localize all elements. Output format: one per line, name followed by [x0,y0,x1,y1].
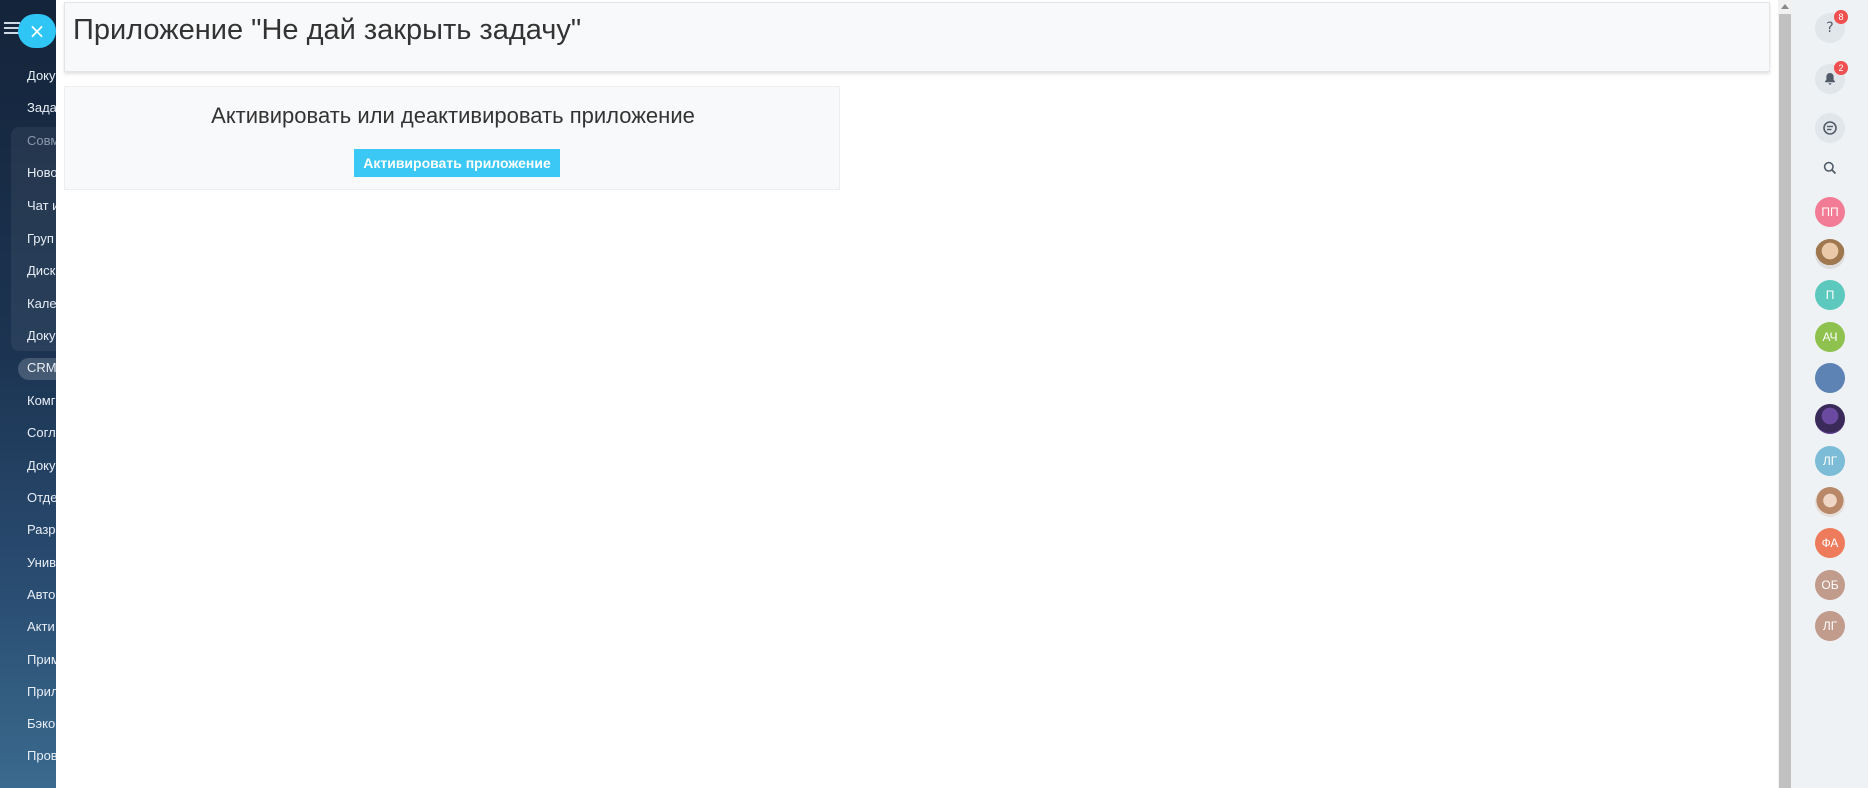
contact-avatar[interactable]: ФА [1815,528,1845,558]
page-header: Приложение "Не дай закрыть задачу" [64,2,1770,72]
chat-button[interactable] [1815,113,1845,143]
activate-app-button[interactable]: Активировать приложение [354,149,560,177]
main-window: Приложение "Не дай закрыть задачу" Актив… [56,0,1778,788]
search-icon [1823,161,1837,175]
contact-avatar[interactable]: ПП [1815,197,1845,227]
search-button[interactable] [1815,153,1845,183]
contact-avatar[interactable]: АЧ [1815,322,1845,352]
scroll-thumb[interactable] [1779,14,1791,788]
activation-card: Активировать или деактивировать приложен… [64,86,840,190]
left-sidebar: × Доку Зада Совм Ново Чат и Груп Диск Кале Доку C… [0,0,60,788]
contact-avatar[interactable]: П [1815,280,1845,310]
right-sidebar: ? 8 2 ПП П АЧ ЛГ ФА ОБ ЛГ [1792,0,1868,788]
page-title: Приложение "Не дай закрыть задачу" [73,14,582,46]
contact-avatar[interactable] [1815,487,1845,517]
question-icon: ? [1826,20,1834,36]
contact-avatar[interactable] [1815,404,1845,434]
contact-avatar[interactable]: ЛГ [1815,611,1845,641]
contact-avatar[interactable] [1815,239,1845,269]
contact-avatar[interactable]: ОБ [1815,570,1845,600]
chat-icon [1823,121,1837,135]
bell-icon [1825,73,1835,85]
card-title: Активировать или деактивировать приложен… [211,103,695,128]
scroll-up-arrow-icon[interactable] [1781,4,1789,9]
close-slider-button[interactable]: × [18,14,56,48]
help-badge: 8 [1834,10,1848,24]
notifications-button[interactable]: 2 [1815,61,1848,94]
contact-avatar[interactable]: ЛГ [1815,446,1845,476]
contact-avatar[interactable] [1815,363,1845,393]
notifications-badge: 2 [1834,61,1848,75]
vertical-scrollbar[interactable] [1778,0,1792,788]
help-button[interactable]: ? 8 [1815,10,1848,43]
